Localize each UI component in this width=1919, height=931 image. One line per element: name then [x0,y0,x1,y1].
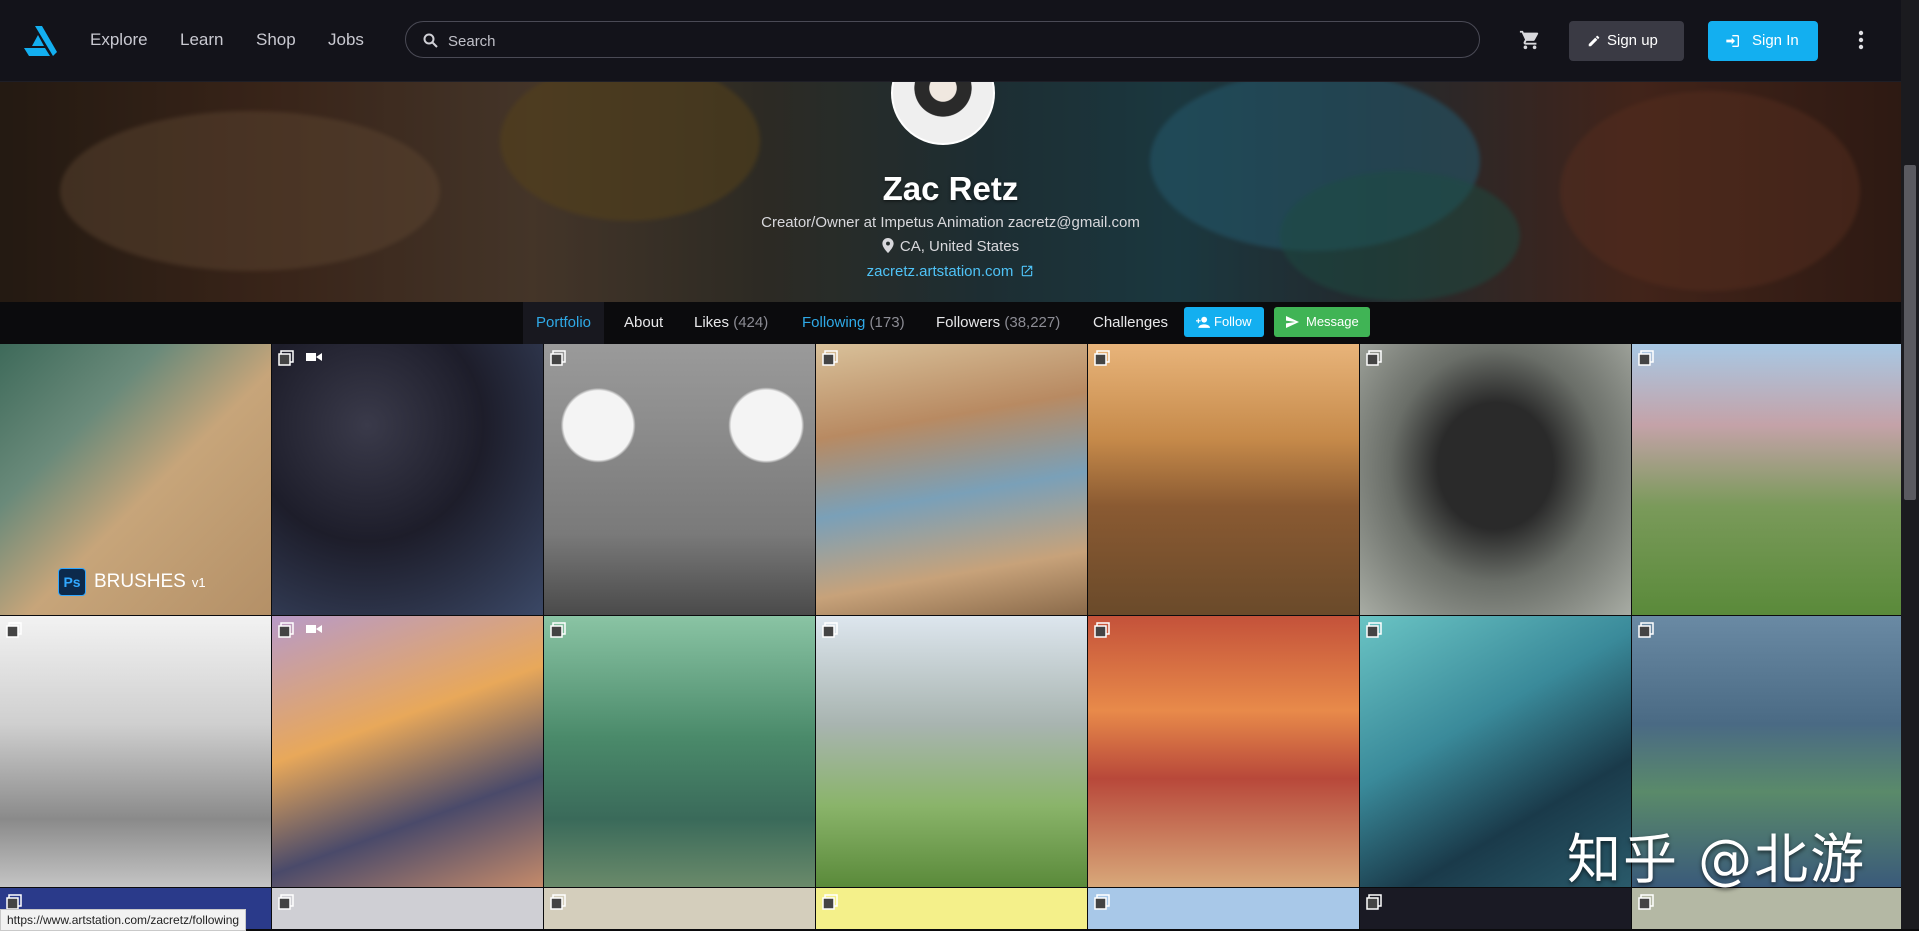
sign-up-button[interactable]: Sign up [1569,21,1684,61]
image-set-icon [822,622,838,638]
nav-explore[interactable]: Explore [90,30,148,50]
artwork-tile[interactable] [1632,888,1901,929]
image-set-icon [1638,350,1654,366]
send-icon [1286,316,1299,328]
tab-about[interactable]: About [624,302,663,344]
message-button[interactable]: Message [1274,307,1370,337]
profile-name: Zac Retz [882,170,1019,207]
image-set-icon [1638,622,1654,638]
artwork-tile[interactable] [816,344,1087,615]
tab-followers[interactable]: Followers (38,227) [936,302,1060,344]
artwork-tile[interactable] [1088,616,1359,887]
brushes-label: Ps BRUSHES v1 [58,567,206,597]
image-set-icon [1094,894,1110,910]
scrollbar-thumb[interactable] [1904,165,1916,500]
status-bar-url: https://www.artstation.com/zacretz/follo… [0,909,247,931]
profile-headline: Creator/Owner at Impetus Animation zacre… [761,214,1140,231]
location-pin-icon [882,238,894,253]
image-set-icon [1094,622,1110,638]
video-camera-icon [306,353,322,361]
artwork-tile[interactable] [272,888,543,929]
tab-portfolio[interactable]: Portfolio [523,302,605,344]
artwork-tile[interactable] [0,616,271,887]
nav-jobs[interactable]: Jobs [328,30,364,50]
follow-button[interactable]: Follow [1184,307,1264,337]
tab-label: Following [802,314,866,331]
search-input[interactable] [446,26,1460,56]
artstation-logo-icon[interactable] [22,24,58,56]
cart-icon[interactable] [1519,29,1541,51]
watermark-text: 知乎 @北游 [1567,828,1867,891]
image-set-icon [1366,622,1382,638]
add-user-icon [1196,316,1210,328]
tab-likes[interactable]: Likes (424) [694,302,768,344]
nav-learn[interactable]: Learn [180,30,223,50]
image-set-icon [822,894,838,910]
tab-label: Challenges [1093,314,1169,331]
image-set-icon [1638,894,1654,910]
image-set-icon [278,350,294,366]
image-set-icon [822,350,838,366]
profile-tabs: Portfolio About Likes (424) Following (1… [0,302,1901,344]
image-set-icon [550,622,566,638]
artwork-tile[interactable] [1360,888,1631,929]
website-text: zacretz.artstation.com [866,263,1014,280]
tab-label: Likes [694,314,730,331]
image-set-icon [278,894,294,910]
follow-label: Follow [1214,314,1252,329]
tab-count: (173) [869,314,905,331]
image-set-icon [278,622,294,638]
artwork-tile[interactable] [272,616,543,887]
search-icon [423,33,438,48]
artwork-tile[interactable] [816,616,1087,887]
artwork-tile[interactable] [1632,344,1901,615]
image-set-icon [6,622,22,638]
artwork-tile[interactable]: Ps BRUSHES v1 [0,344,271,615]
image-set-icon [550,350,566,366]
image-set-icon [550,894,566,910]
nav-shop[interactable]: Shop [256,30,296,50]
location-text: CA, United States [899,238,1020,255]
artwork-tile[interactable] [272,344,543,615]
search-bar[interactable] [405,21,1480,58]
photoshop-icon: Ps [58,567,86,596]
sign-in-label: Sign In [1752,32,1799,49]
message-label: Message [1306,314,1359,329]
artwork-tile[interactable] [544,616,815,887]
artwork-tile[interactable] [816,888,1087,929]
tab-label: About [624,314,664,331]
tab-count: (424) [733,314,769,331]
artwork-tile[interactable] [544,888,815,929]
artwork-tile[interactable] [1088,344,1359,615]
sign-up-label: Sign up [1607,32,1658,49]
profile-website-link[interactable]: zacretz.artstation.com [0,263,1901,280]
artwork-tile[interactable] [1088,888,1359,929]
sign-in-icon [1726,35,1739,47]
profile-location: CA, United States [0,238,1901,255]
brushes-version: v1 [191,575,206,590]
tab-challenges[interactable]: Challenges [1093,302,1168,344]
external-link-icon [1022,265,1033,277]
pencil-icon [1588,35,1600,47]
video-camera-icon [306,625,322,633]
brushes-text: BRUSHES [94,571,186,592]
artwork-tile[interactable] [1360,344,1631,615]
image-set-icon [1366,350,1382,366]
tab-following[interactable]: Following (173) [802,302,905,344]
top-navigation-bar: Explore Learn Shop Jobs Sign up Sign In [0,0,1901,82]
tab-label: Followers [936,314,1001,331]
tab-label: Portfolio [536,314,592,331]
more-options-icon[interactable] [1858,30,1864,50]
sign-in-button[interactable]: Sign In [1708,21,1818,61]
image-set-icon [1366,894,1382,910]
artwork-tile[interactable] [544,344,815,615]
tab-count: (38,227) [1004,314,1061,331]
image-set-icon [1094,350,1110,366]
image-set-icon [6,894,22,910]
